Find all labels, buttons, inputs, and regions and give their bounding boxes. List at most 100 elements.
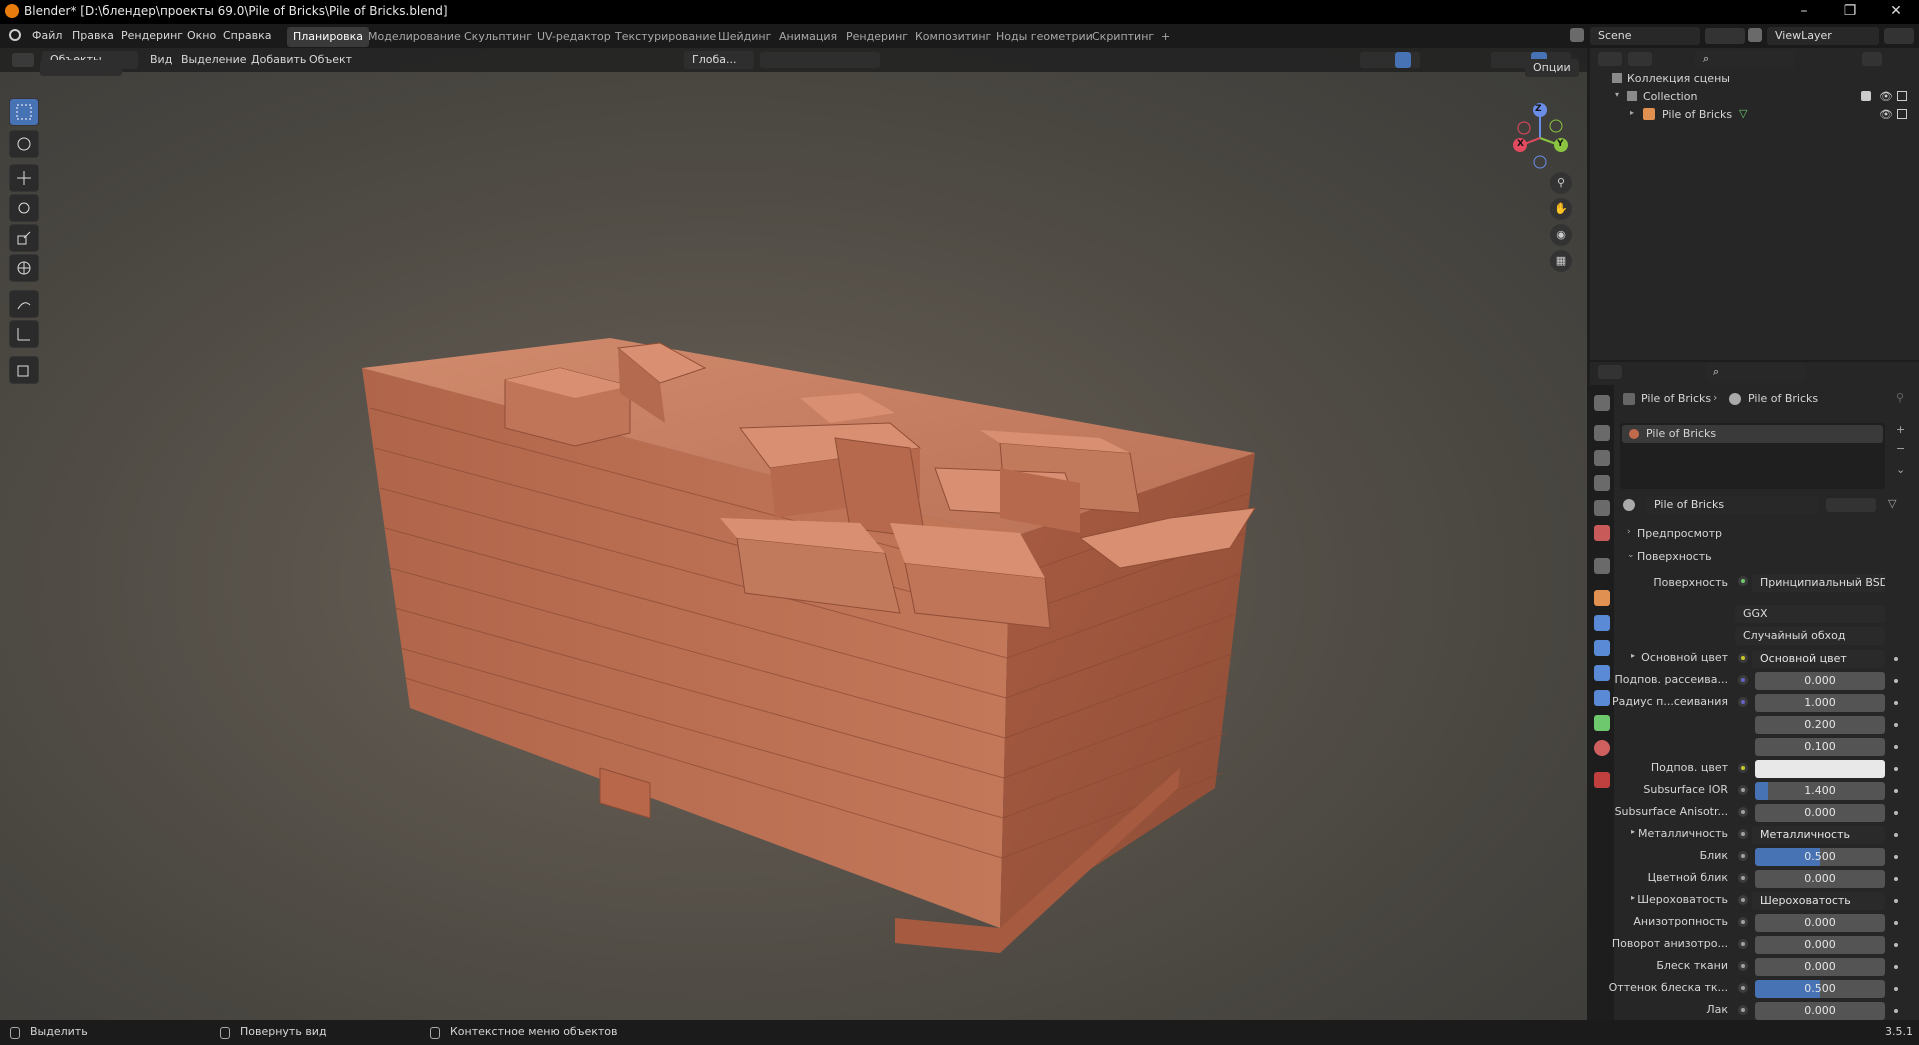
tab-geometry-nodes[interactable]: Ноды геометрии	[990, 27, 1099, 47]
object-tab-icon[interactable]	[1594, 590, 1610, 606]
close-button[interactable]: ✕	[1873, 0, 1919, 24]
remove-slot-button[interactable]: −	[1896, 442, 1905, 455]
menu-render[interactable]: Рендеринг	[121, 29, 183, 42]
zoom-icon[interactable]: ⚲	[1550, 172, 1572, 194]
physics-tab-icon[interactable]	[1594, 665, 1610, 681]
menu-edit[interactable]: Правка	[72, 29, 114, 42]
bsdf-input-socket-icon[interactable]	[1738, 675, 1748, 685]
collection-checkbox[interactable]	[1861, 91, 1871, 101]
keyframe-dot-icon[interactable]	[1894, 1009, 1898, 1013]
collection-render-icon[interactable]	[1897, 91, 1907, 101]
bsdf-input-socket-icon[interactable]	[1738, 961, 1748, 971]
object-visibility-icon[interactable]: 👁	[1879, 108, 1893, 121]
tool-tab-icon[interactable]	[1594, 395, 1610, 411]
surface-collapse-icon[interactable]: ⌄	[1627, 550, 1635, 560]
bsdf-input-expand-icon[interactable]: ▸	[1631, 651, 1635, 660]
keyframe-dot-icon[interactable]	[1894, 745, 1898, 749]
distribution-dropdown[interactable]: GGX	[1735, 605, 1885, 623]
mesh-data-icon[interactable]: ▽	[1739, 107, 1747, 120]
tab-rendering[interactable]: Рендеринг	[840, 27, 914, 47]
view-layer-selector[interactable]: ViewLayer	[1767, 27, 1879, 45]
breadcrumb-material[interactable]: Pile of Bricks	[1748, 392, 1818, 405]
bsdf-input-value-field[interactable]: 0.000	[1755, 958, 1885, 976]
properties-search-input[interactable]: ⌕	[1705, 363, 1805, 381]
bsdf-input-socket-icon[interactable]	[1738, 653, 1748, 663]
maximize-button[interactable]: ❐	[1827, 0, 1873, 24]
material-fake-user-buttons[interactable]	[1826, 498, 1876, 512]
material-filter-icon[interactable]: ▽	[1888, 497, 1896, 510]
ortho-grid-icon[interactable]: ▦	[1550, 250, 1572, 272]
bsdf-input-value-field[interactable]: 0.000	[1755, 914, 1885, 932]
add-cube-tool[interactable]	[9, 356, 39, 384]
add-workspace-button[interactable]: +	[1155, 27, 1176, 47]
material-browse-icon[interactable]	[1623, 499, 1635, 511]
constraints-tab-icon[interactable]	[1594, 690, 1610, 706]
minimize-button[interactable]: –	[1781, 0, 1827, 24]
bsdf-input-socket-icon[interactable]	[1738, 763, 1748, 773]
options-dropdown[interactable]: Опции	[1525, 59, 1579, 77]
object-render-icon[interactable]	[1897, 109, 1907, 119]
menu-object[interactable]: Объект	[309, 53, 352, 66]
bsdf-input-value-field[interactable]: 0.200	[1755, 716, 1885, 734]
bsdf-input-link-field[interactable]: Металличность	[1752, 826, 1885, 844]
material-slot-label[interactable]: Pile of Bricks	[1646, 427, 1716, 440]
bsdf-input-socket-icon[interactable]	[1738, 851, 1748, 861]
rotate-tool[interactable]	[9, 194, 39, 222]
keyframe-dot-icon[interactable]	[1894, 899, 1898, 903]
tab-modeling[interactable]: Моделирование	[362, 27, 467, 47]
pin-icon[interactable]: ⚲	[1896, 391, 1904, 404]
tab-layout[interactable]: Планировка	[287, 27, 369, 47]
view-layer-actions[interactable]	[1884, 28, 1914, 44]
keyframe-dot-icon[interactable]	[1894, 767, 1898, 771]
menu-view[interactable]: Вид	[150, 53, 172, 66]
scene-actions[interactable]	[1705, 28, 1745, 44]
world-tab-icon[interactable]	[1594, 525, 1610, 541]
menu-select[interactable]: Выделение	[181, 53, 247, 66]
bsdf-input-socket-icon[interactable]	[1738, 939, 1748, 949]
preview-panel-header[interactable]: Предпросмотр	[1637, 527, 1722, 540]
tab-texture-paint[interactable]: Текстурирование	[609, 27, 722, 47]
filter-icon[interactable]	[1862, 52, 1882, 66]
keyframe-dot-icon[interactable]	[1894, 965, 1898, 969]
transform-tool[interactable]	[9, 254, 39, 282]
texture-tab-icon[interactable]	[1594, 772, 1610, 788]
slot-menu-icon[interactable]: ⌄	[1896, 463, 1905, 476]
snapping-controls[interactable]	[760, 52, 880, 68]
object-expand-icon[interactable]: ▸	[1630, 108, 1634, 117]
move-tool[interactable]	[9, 164, 39, 192]
outliner-search-input[interactable]: ⌕	[1695, 50, 1795, 68]
bsdf-input-socket-icon[interactable]	[1738, 1005, 1748, 1015]
keyframe-dot-icon[interactable]	[1894, 723, 1898, 727]
tab-sculpting[interactable]: Скульптинг	[458, 27, 538, 47]
annotate-tool[interactable]	[9, 290, 39, 318]
tab-uv-editing[interactable]: UV-редактор	[531, 27, 617, 47]
scale-tool[interactable]	[9, 224, 39, 252]
preview-collapse-icon[interactable]: ›	[1627, 527, 1631, 537]
menu-help[interactable]: Справка	[223, 29, 271, 42]
bsdf-input-socket-icon[interactable]	[1738, 829, 1748, 839]
bsdf-color-swatch[interactable]	[1755, 760, 1885, 778]
bsdf-input-expand-icon[interactable]: ▸	[1631, 893, 1635, 902]
bsdf-input-socket-icon[interactable]	[1738, 697, 1748, 707]
keyframe-dot-icon[interactable]	[1894, 789, 1898, 793]
collection-visibility-icon[interactable]: 👁	[1879, 90, 1893, 103]
bsdf-input-socket-icon[interactable]	[1738, 807, 1748, 817]
output-tab-icon[interactable]	[1594, 450, 1610, 466]
bsdf-input-value-field[interactable]: 0.100	[1755, 738, 1885, 756]
bsdf-input-value-field[interactable]: 0.500	[1755, 848, 1885, 866]
keyframe-dot-icon[interactable]	[1894, 657, 1898, 661]
keyframe-dot-icon[interactable]	[1894, 987, 1898, 991]
keyframe-dot-icon[interactable]	[1894, 921, 1898, 925]
tab-compositing[interactable]: Композитинг	[909, 27, 997, 47]
keyframe-dot-icon[interactable]	[1894, 877, 1898, 881]
editor-type-icon[interactable]	[12, 53, 34, 67]
menu-window[interactable]: Окно	[187, 29, 216, 42]
bsdf-input-expand-icon[interactable]: ▸	[1631, 827, 1635, 836]
add-slot-button[interactable]: +	[1896, 423, 1905, 436]
bsdf-input-value-field[interactable]: 0.000	[1755, 870, 1885, 888]
collection-label[interactable]: Collection	[1643, 90, 1697, 103]
keyframe-dot-icon[interactable]	[1894, 701, 1898, 705]
surface-socket-icon[interactable]	[1738, 576, 1748, 586]
camera-view-icon[interactable]: ◉	[1550, 224, 1572, 246]
data-tab-icon[interactable]	[1594, 715, 1610, 731]
